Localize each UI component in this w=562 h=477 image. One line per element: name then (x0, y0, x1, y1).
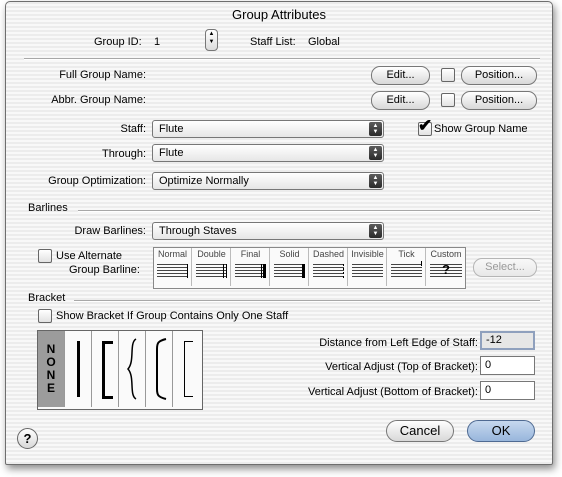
barline-final[interactable]: Final (232, 248, 270, 286)
show-group-name-checkbox[interactable]: ✔ (418, 117, 432, 136)
popup-arrows-icon: ▲ ▼ (369, 146, 382, 160)
bracket-plain[interactable] (65, 331, 92, 407)
full-name-edit-button[interactable]: Edit... (371, 66, 430, 85)
help-button[interactable]: ? (17, 428, 38, 449)
staff-list-value: Global (308, 36, 340, 48)
through-label: Through: (101, 148, 146, 160)
barline-invisible[interactable]: Invisible (349, 248, 387, 286)
staff-list-label: Staff List: (250, 36, 296, 48)
popup-arrows-icon: ▲ ▼ (369, 224, 382, 238)
barline-style-palette: Normal Double Final Solid Dashed Invisib… (153, 247, 466, 289)
vertical-adjust-top-label: Vertical Adjust (Top of Bracket): (325, 361, 478, 373)
bracket-curved-square[interactable] (146, 331, 173, 407)
stepper-down-icon[interactable]: ▼ (206, 38, 217, 46)
vertical-adjust-bottom-field[interactable]: 0 (480, 381, 535, 400)
group-optimization-popup[interactable]: Optimize Normally ▲ ▼ (152, 172, 384, 190)
barline-tick[interactable]: Tick (388, 248, 426, 286)
curly-brace-icon (127, 338, 137, 400)
curved-bracket-icon (156, 338, 167, 400)
checkmark-icon: ✔ (418, 116, 433, 135)
cancel-button[interactable]: Cancel (386, 420, 454, 442)
popup-arrows-icon: ▲ ▼ (369, 174, 382, 188)
barlines-section-label: Barlines (28, 202, 68, 214)
staff-label: Staff: (120, 123, 146, 135)
group-id-label: Group ID: (94, 36, 142, 48)
vertical-adjust-bottom-label: Vertical Adjust (Bottom of Bracket): (308, 386, 478, 398)
abbr-name-position-checkbox[interactable] (441, 93, 455, 107)
show-group-name-label: Show Group Name (434, 123, 528, 135)
group-id-stepper[interactable]: ▲ ▼ (205, 29, 218, 51)
window-title: Group Attributes (232, 7, 326, 22)
distance-left-edge-label: Distance from Left Edge of Staff: (319, 337, 478, 349)
group-attributes-dialog: Group Attributes Group ID: 1 ▲ ▼ Staff L… (5, 1, 553, 465)
group-id-value: 1 (154, 36, 161, 48)
separator (78, 210, 540, 212)
bracket-section-label: Bracket (28, 292, 66, 304)
full-name-position-button[interactable]: Position... (461, 66, 537, 85)
separator (24, 58, 540, 60)
group-optimization-value: Optimize Normally (159, 175, 249, 187)
bracket-none-label: NONE (46, 342, 56, 395)
bracket-thick-square[interactable] (92, 331, 119, 407)
distance-left-edge-field[interactable]: -12 (480, 331, 535, 350)
bracket-curly[interactable] (119, 331, 146, 407)
separator (74, 300, 540, 302)
abbr-name-edit-button[interactable]: Edit... (371, 91, 430, 110)
draw-barlines-value: Through Staves (159, 225, 237, 237)
draw-barlines-popup[interactable]: Through Staves ▲ ▼ (152, 222, 384, 240)
vertical-adjust-top-field[interactable]: 0 (480, 356, 535, 375)
full-name-position-checkbox[interactable] (441, 68, 455, 82)
use-alternate-label: Use Alternate (56, 250, 123, 262)
popup-arrows-icon: ▲ ▼ (369, 122, 382, 136)
barline-solid[interactable]: Solid (271, 248, 309, 286)
use-alternate-barline-checkbox[interactable] (38, 249, 52, 263)
full-group-name-label: Full Group Name: (59, 69, 146, 81)
barline-dashed[interactable]: Dashed (310, 248, 348, 286)
through-popup[interactable]: Flute ▲ ▼ (152, 144, 384, 162)
staff-popup[interactable]: Flute ▲ ▼ (152, 120, 384, 138)
through-popup-value: Flute (159, 147, 184, 159)
staff-popup-value: Flute (159, 123, 184, 135)
stepper-up-icon[interactable]: ▲ (206, 30, 217, 38)
select-barline-button[interactable]: Select... (473, 258, 537, 277)
show-bracket-single-label: Show Bracket If Group Contains Only One … (56, 310, 289, 322)
bracket-thin-square[interactable] (173, 331, 200, 407)
group-barline-label: Group Barline: (69, 264, 140, 276)
ok-button[interactable]: OK (467, 420, 535, 442)
draw-barlines-label: Draw Barlines: (74, 225, 146, 237)
show-bracket-single-checkbox[interactable] (38, 309, 52, 323)
custom-question-icon: ? (442, 262, 450, 277)
abbr-group-name-label: Abbr. Group Name: (51, 94, 146, 106)
barline-normal[interactable]: Normal (154, 248, 192, 286)
abbr-name-position-button[interactable]: Position... (461, 91, 537, 110)
barline-custom[interactable]: Custom ? (427, 248, 465, 286)
barline-double[interactable]: Double (193, 248, 231, 286)
group-optimization-label: Group Optimization: (48, 175, 146, 187)
bracket-style-palette: NONE (37, 330, 203, 410)
bracket-none[interactable]: NONE (38, 331, 65, 407)
